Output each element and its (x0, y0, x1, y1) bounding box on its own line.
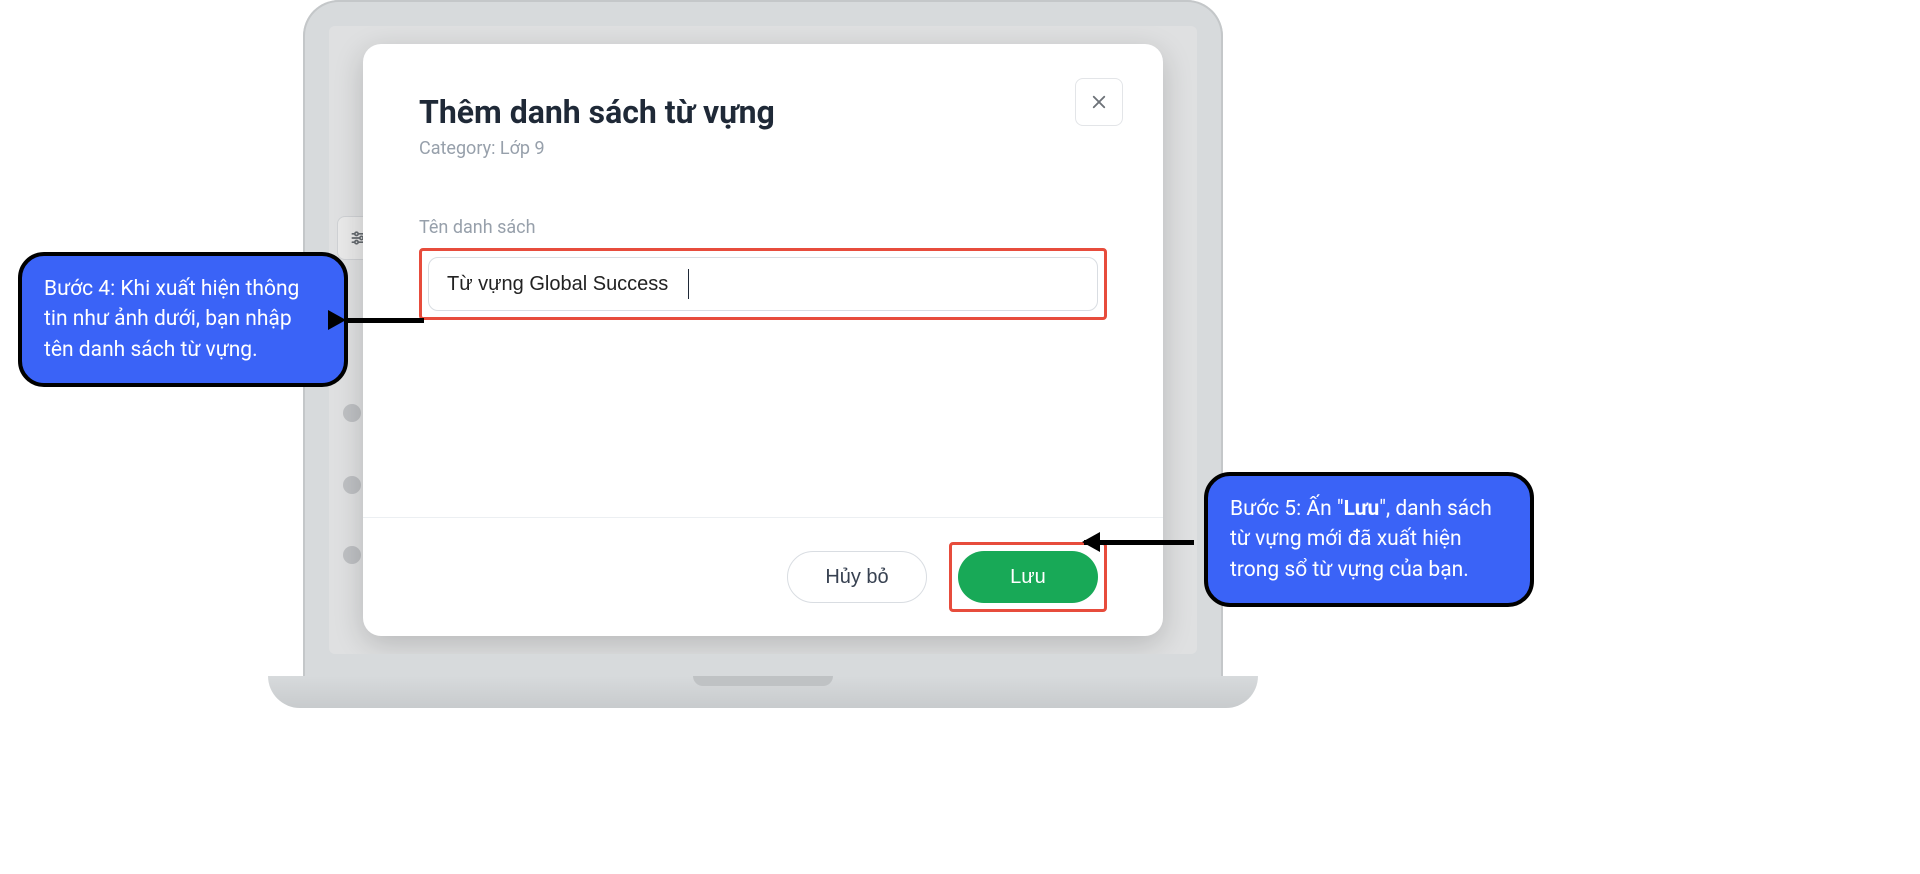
callout-step4: Bước 4: Khi xuất hiện thông tin như ảnh … (18, 252, 348, 387)
save-button[interactable]: Lưu (958, 551, 1098, 603)
add-vocab-modal: Thêm danh sách từ vựng Category: Lớp 9 T… (363, 44, 1163, 636)
text-caret (688, 269, 689, 299)
laptop-screen-frame: Thêm danh sách từ vựng Category: Lớp 9 T… (303, 0, 1223, 680)
close-icon (1090, 93, 1108, 111)
modal-category: Category: Lớp 9 (419, 138, 1107, 159)
listname-input[interactable] (428, 257, 1098, 311)
close-button[interactable] (1075, 78, 1123, 126)
cancel-button[interactable]: Hủy bỏ (787, 551, 927, 603)
modal-title: Thêm danh sách từ vựng (419, 92, 1107, 132)
laptop-mockup: Thêm danh sách từ vựng Category: Lớp 9 T… (268, 0, 1258, 730)
modal-body: Tên danh sách (363, 177, 1163, 517)
app-viewport: Thêm danh sách từ vựng Category: Lớp 9 T… (329, 26, 1197, 654)
callout-step5: Bước 5: Ấn "Lưu", danh sách từ vựng mới … (1204, 472, 1534, 607)
callout-step5-bold: Lưu (1344, 497, 1380, 521)
listname-label: Tên danh sách (419, 217, 1107, 238)
highlight-save: Lưu (949, 542, 1107, 612)
callout-step4-text: Bước 4: Khi xuất hiện thông tin như ảnh … (44, 277, 299, 362)
laptop-base (268, 676, 1258, 708)
modal-footer: Hủy bỏ Lưu (363, 517, 1163, 636)
highlight-input (419, 248, 1107, 320)
modal-header: Thêm danh sách từ vựng Category: Lớp 9 (363, 44, 1163, 177)
callout-step5-prefix: Bước 5: Ấn " (1230, 497, 1344, 521)
